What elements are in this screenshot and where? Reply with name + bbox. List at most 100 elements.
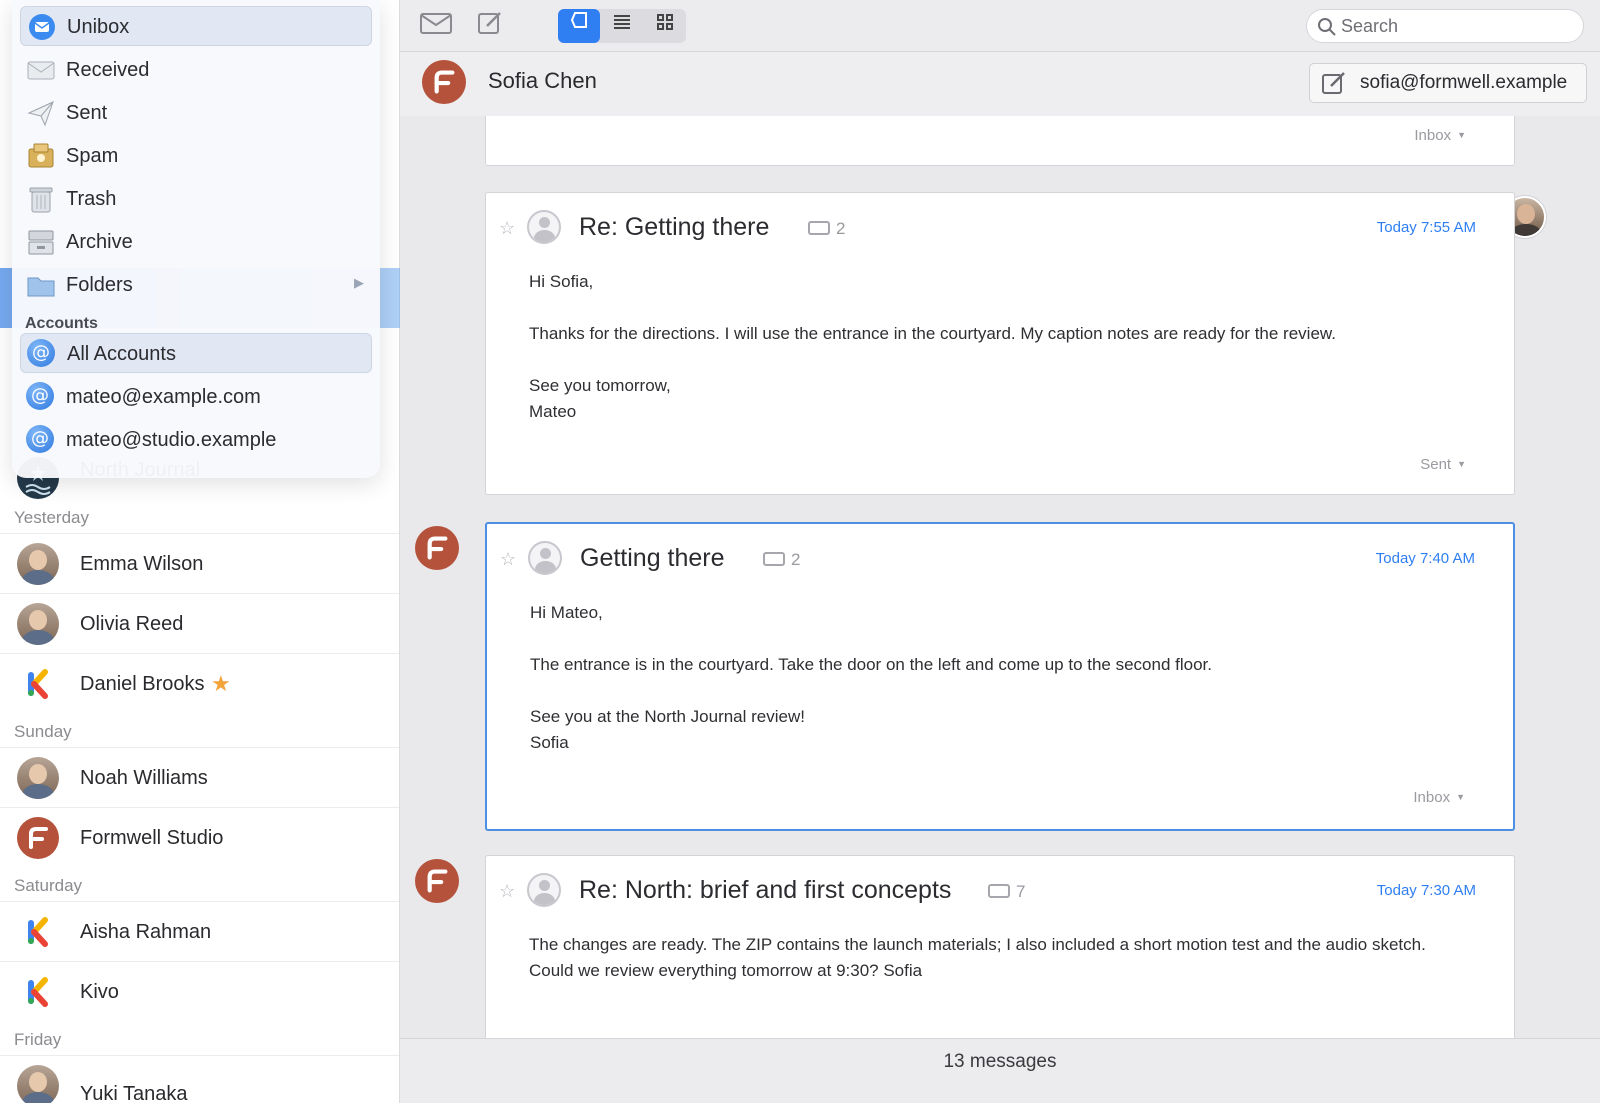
formwell-logo-icon bbox=[17, 817, 59, 859]
message-card[interactable]: ☆ Re: Getting there 2 Today 7:55 AM Hi S… bbox=[485, 192, 1515, 495]
list-view-button[interactable] bbox=[601, 9, 643, 43]
contact-group-icon bbox=[527, 873, 561, 907]
menu-item-sent[interactable]: Sent bbox=[20, 93, 372, 133]
message-card[interactable]: ☆ Re: North: brief and first concepts 7 … bbox=[485, 855, 1515, 1038]
body-line: Hi Sofia, bbox=[529, 272, 594, 291]
list-view-icon bbox=[614, 15, 630, 29]
menu-item-unibox[interactable]: Unibox bbox=[20, 6, 372, 46]
envelope-icon bbox=[420, 13, 452, 34]
conversation-view-icon bbox=[570, 12, 587, 28]
thread-icon bbox=[763, 552, 785, 566]
avatar bbox=[17, 603, 59, 645]
formwell-logo-icon bbox=[415, 859, 459, 903]
list-item[interactable]: Aisha Rahman bbox=[0, 901, 399, 961]
menu-item-trash[interactable]: Trash bbox=[20, 179, 372, 219]
search-field[interactable] bbox=[1306, 9, 1584, 43]
list-item[interactable]: Yuki Tanaka bbox=[0, 1055, 399, 1103]
message-time: Today 7:55 AM bbox=[1376, 219, 1476, 236]
thread-count[interactable]: 2 bbox=[808, 219, 845, 239]
search-input[interactable] bbox=[1341, 15, 1571, 37]
folder-label: Inbox bbox=[1413, 789, 1451, 806]
list-item[interactable]: Olivia Reed bbox=[0, 593, 399, 653]
received-icon bbox=[26, 55, 56, 85]
menu-item-received[interactable]: Received bbox=[20, 50, 372, 90]
body-line: The changes are ready. The ZIP contains … bbox=[529, 935, 1426, 980]
thread-count[interactable]: 2 bbox=[763, 550, 800, 570]
list-item[interactable]: Emma Wilson bbox=[0, 533, 399, 593]
at-icon: @ bbox=[26, 382, 56, 412]
message-card[interactable]: Inbox ▼ bbox=[485, 116, 1515, 166]
chevron-down-icon: ▼ bbox=[1456, 792, 1465, 802]
accounts-header: Accounts bbox=[25, 315, 98, 332]
contact-name: Noah Williams bbox=[80, 767, 208, 789]
message-body: Hi Sofia, Thanks for the directions. I w… bbox=[529, 269, 1469, 425]
thread-count-value: 2 bbox=[836, 219, 846, 238]
menu-item-folders[interactable]: Folders ▶ bbox=[20, 265, 372, 305]
folder-label: Inbox bbox=[1414, 127, 1452, 144]
date-header: Yesterday bbox=[14, 508, 89, 527]
menu-item-label: Trash bbox=[66, 188, 117, 210]
menu-item-label: Sent bbox=[66, 102, 108, 124]
get-mail-button[interactable] bbox=[416, 10, 456, 42]
folder-selector[interactable]: Inbox ▼ bbox=[1414, 127, 1466, 144]
body-line: The entrance is in the courtyard. Take t… bbox=[530, 655, 1213, 674]
unibox-icon bbox=[27, 12, 57, 42]
formwell-logo-icon bbox=[422, 60, 466, 104]
contact-name: Daniel Brooks bbox=[80, 673, 205, 695]
folder-selector[interactable]: Inbox ▼ bbox=[1413, 789, 1465, 806]
kivo-logo-icon bbox=[17, 971, 59, 1013]
menu-item-label: Folders bbox=[66, 274, 133, 296]
message-subject: Getting there bbox=[580, 544, 725, 572]
menu-item-label: mateo@example.com bbox=[66, 386, 261, 408]
archive-icon bbox=[26, 227, 56, 257]
menu-item-archive[interactable]: Archive bbox=[20, 222, 372, 262]
thread-icon bbox=[808, 221, 830, 235]
kivo-logo-icon bbox=[17, 911, 59, 953]
list-item[interactable]: Formwell Studio bbox=[0, 807, 399, 867]
kivo-logo-icon bbox=[17, 663, 59, 705]
search-icon bbox=[1318, 18, 1336, 36]
thread-icon bbox=[988, 884, 1010, 898]
chevron-right-icon: ▶ bbox=[354, 275, 364, 290]
date-header: Friday bbox=[14, 1030, 62, 1049]
spam-icon bbox=[26, 141, 56, 171]
grid-view-button[interactable] bbox=[644, 9, 686, 43]
menu-item-label: Spam bbox=[66, 145, 119, 167]
body-line: See you tomorrow, bbox=[529, 376, 671, 395]
toolbar bbox=[400, 0, 1600, 52]
star-icon[interactable]: ★ bbox=[211, 671, 231, 697]
chevron-down-icon: ▼ bbox=[1457, 130, 1466, 140]
message-card-selected[interactable]: ☆ Getting there 2 Today 7:40 AM Hi Mateo… bbox=[485, 522, 1515, 831]
conversation-view-button[interactable] bbox=[558, 9, 600, 43]
star-outline-icon[interactable]: ☆ bbox=[499, 881, 515, 902]
menu-item-spam[interactable]: Spam bbox=[20, 136, 372, 176]
thread-count-value: 7 bbox=[1016, 882, 1026, 901]
star-outline-icon[interactable]: ☆ bbox=[499, 218, 515, 239]
list-item[interactable]: Daniel Brooks ★ bbox=[0, 653, 399, 713]
menu-item-account[interactable]: @ mateo@studio.example bbox=[20, 420, 372, 460]
formwell-logo-icon bbox=[415, 526, 459, 570]
list-item[interactable]: Noah Williams bbox=[0, 747, 399, 807]
compose-to-button[interactable]: sofia@formwell.example bbox=[1309, 63, 1587, 103]
thread-count[interactable]: 7 bbox=[988, 882, 1025, 902]
menu-item-account[interactable]: @ mateo@example.com bbox=[20, 377, 372, 417]
folder-selector[interactable]: Sent ▼ bbox=[1420, 456, 1466, 473]
body-line: Thanks for the directions. I will use th… bbox=[529, 324, 1336, 343]
star-outline-icon[interactable]: ☆ bbox=[500, 549, 516, 570]
contact-placeholder-icon bbox=[527, 210, 561, 244]
folder-icon bbox=[26, 270, 56, 300]
compose-button[interactable] bbox=[470, 10, 510, 42]
view-mode-segmented-control bbox=[558, 9, 686, 43]
list-item[interactable]: Kivo bbox=[0, 961, 399, 1021]
menu-item-label: Archive bbox=[66, 231, 133, 253]
date-header: Sunday bbox=[14, 722, 72, 741]
menu-item-all-accounts[interactable]: @ All Accounts bbox=[20, 333, 372, 373]
message-time: Today 7:40 AM bbox=[1375, 550, 1475, 567]
status-bar: 13 messages bbox=[400, 1038, 1600, 1103]
menu-item-label: Received bbox=[66, 59, 150, 81]
contact-name: Kivo bbox=[80, 981, 119, 1003]
thread-header: Sofia Chen sofia@formwell.example bbox=[400, 52, 1600, 116]
at-icon: @ bbox=[27, 339, 57, 369]
avatar bbox=[17, 543, 59, 585]
avatar bbox=[17, 757, 59, 799]
